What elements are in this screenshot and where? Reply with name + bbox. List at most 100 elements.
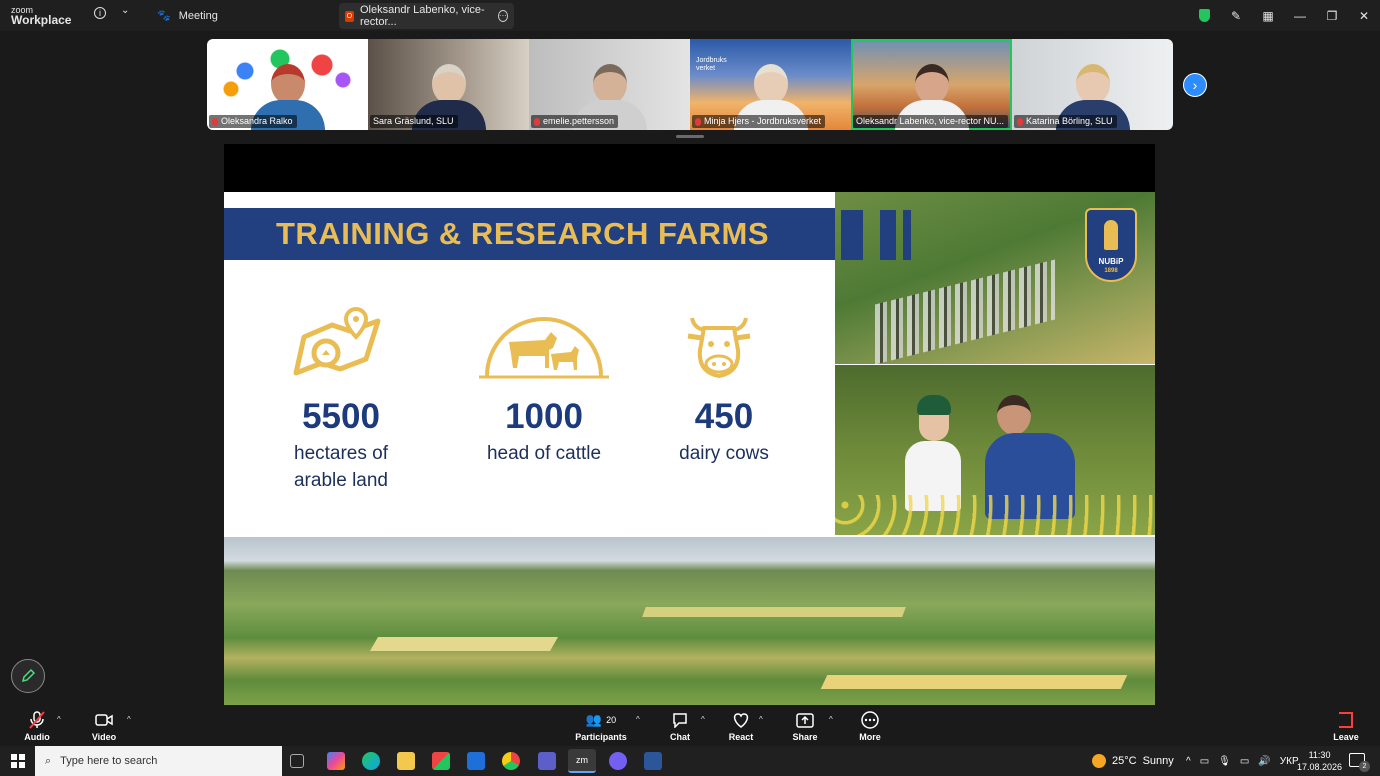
slide-title: TRAINING & RESEARCH FARMS xyxy=(276,216,770,251)
tray-overflow-icon[interactable]: ^ xyxy=(1186,756,1191,767)
chat-icon xyxy=(652,709,708,731)
stat-arable-land: 5500 hectares of arable land xyxy=(276,397,406,494)
restore-button[interactable]: ❐ xyxy=(1316,0,1348,31)
participants-count: 20 xyxy=(606,715,617,725)
leave-label: Leave xyxy=(1333,732,1359,742)
video-options-caret[interactable]: ^ xyxy=(127,715,131,724)
share-screen-icon xyxy=(777,709,833,731)
chevron-down-icon[interactable]: ⌄ xyxy=(121,5,129,16)
participant-name: Katarina Börling, SLU xyxy=(1026,116,1113,126)
speaker-tab[interactable]: O Oleksandr Labenko, vice-rector... ··· xyxy=(339,3,514,29)
photo-field-crowd: NUBiP 1898 xyxy=(835,192,1155,365)
chat-options-caret[interactable]: ^ xyxy=(701,715,705,724)
annotate-pen-icon[interactable]: ✎ xyxy=(1220,0,1252,31)
participants-icon: 👥 xyxy=(585,712,603,727)
mic-muted-icon xyxy=(695,117,701,126)
stat-cattle: 1000 head of cattle xyxy=(464,397,624,467)
nubip-emblem: NUBiP 1898 xyxy=(1085,208,1137,282)
word-icon[interactable] xyxy=(644,752,662,770)
pencil-icon xyxy=(21,668,36,683)
participant-name: Sara Gräslund, SLU xyxy=(373,116,454,126)
participants-button[interactable]: 👥 20 Participants xyxy=(572,705,630,742)
photo-landscape-fields xyxy=(224,537,1155,705)
cow-head-icon xyxy=(687,317,751,379)
zoom-taskbar-icon[interactable]: zm xyxy=(568,749,596,773)
decorative-stripes xyxy=(841,210,911,260)
clock-date: 17.08.2026 xyxy=(1297,762,1343,772)
outlook-icon[interactable] xyxy=(467,752,485,770)
stat-label: dairy cows xyxy=(679,443,769,464)
share-button[interactable]: Share xyxy=(777,705,833,742)
windows-taskbar: ⌕ Type here to search zm 25°C Sunny ^ ▭ … xyxy=(0,746,1380,776)
react-label: React xyxy=(728,732,754,742)
participant-name: Oleksandra Ralko xyxy=(221,116,293,126)
clock-time: 11:30 xyxy=(1308,750,1331,760)
audio-options-caret[interactable]: ^ xyxy=(57,715,61,724)
participant-tile-active[interactable]: Oleksandr Labenko, vice-rector NU... xyxy=(851,39,1012,130)
participant-name: Minja Hjers - Jordbruksverket xyxy=(704,116,822,126)
participant-tile[interactable]: Jordbruks verket Minja Hjers - Jordbruks… xyxy=(690,39,851,130)
file-explorer-icon[interactable] xyxy=(397,752,415,770)
gallery-next-button[interactable]: › xyxy=(1183,73,1207,97)
more-button[interactable]: More xyxy=(842,705,898,742)
leave-door-icon xyxy=(1318,709,1374,731)
encryption-shield-icon[interactable] xyxy=(1188,0,1220,31)
microphone-tray-icon[interactable]: 🎙 xyxy=(1218,756,1231,767)
react-options-caret[interactable]: ^ xyxy=(759,715,763,724)
info-icon[interactable]: i xyxy=(94,7,106,19)
volume-icon[interactable]: 🔊 xyxy=(1258,756,1270,767)
mic-muted-icon xyxy=(1017,117,1023,126)
land-map-icon xyxy=(293,307,381,376)
teams-icon[interactable] xyxy=(538,752,556,770)
windows-start-icon[interactable] xyxy=(11,754,25,768)
close-button[interactable]: ✕ xyxy=(1348,0,1380,31)
participant-name: emelie.pettersson xyxy=(543,116,615,126)
more-options-icon[interactable]: ··· xyxy=(497,10,508,22)
participant-tile[interactable]: Katarina Börling, SLU xyxy=(1012,39,1173,130)
stat-label: head of cattle xyxy=(486,443,602,464)
taskbar-clock[interactable]: 11:30 17.08.2026 xyxy=(1297,749,1342,773)
weather-widget[interactable]: 25°C Sunny xyxy=(1092,746,1174,776)
window-controls: ✎ ▦ — ❐ ✕ xyxy=(1188,0,1380,31)
presentation-slide: TRAINING & RESEARCH FARMS 5500 hectares … xyxy=(224,192,1155,705)
view-layout-icon[interactable]: ▦ xyxy=(1252,0,1284,31)
stat-label: hectares of arable land xyxy=(293,443,389,491)
participants-options-caret[interactable]: ^ xyxy=(636,715,640,724)
video-button[interactable]: Video xyxy=(76,705,132,742)
meeting-toolbar: Audio ^ Video ^ 👥 20 Participants ^ Chat … xyxy=(0,705,1380,746)
jordbruksverket-logo: Jordbruks verket xyxy=(696,57,727,72)
search-icon: ⌕ xyxy=(45,754,52,767)
stat-value: 450 xyxy=(694,397,754,436)
gallery-resize-handle[interactable] xyxy=(676,135,704,138)
chrome-icon[interactable] xyxy=(502,752,520,770)
search-placeholder: Type here to search xyxy=(60,755,158,767)
notification-center-icon[interactable]: 2 xyxy=(1349,753,1370,772)
participant-name: Oleksandr Labenko, vice-rector NU... xyxy=(856,116,1005,126)
edge-browser-icon[interactable] xyxy=(362,752,380,770)
copilot-icon[interactable] xyxy=(327,752,345,770)
more-dots-icon xyxy=(842,709,898,731)
title-bar: zoom Workplace i ⌄ 🐾 Meeting O Oleksandr… xyxy=(0,0,1380,31)
meeting-label: Meeting xyxy=(178,9,218,22)
system-tray: ^ ▭ 🎙 ▭ 🔊 УКР xyxy=(1186,746,1299,776)
minimize-button[interactable]: — xyxy=(1284,0,1316,31)
speaker-tab-title: Oleksandr Labenko, vice-rector... xyxy=(359,4,485,28)
chat-label: Chat xyxy=(670,732,690,742)
participant-tile[interactable]: Sara Gräslund, SLU xyxy=(368,39,529,130)
photo-students-plants xyxy=(835,365,1155,535)
chat-button[interactable]: Chat xyxy=(652,705,708,742)
task-view-icon[interactable] xyxy=(290,754,304,768)
meet-now-icon[interactable]: ▭ xyxy=(1200,756,1209,767)
annotation-pen-button[interactable] xyxy=(11,659,45,693)
viber-icon[interactable] xyxy=(609,752,627,770)
leave-button[interactable]: Leave xyxy=(1318,705,1374,742)
battery-icon[interactable]: ▭ xyxy=(1240,756,1249,767)
share-options-caret[interactable]: ^ xyxy=(829,715,833,724)
language-indicator[interactable]: УКР xyxy=(1280,756,1299,767)
taskbar-search-box[interactable]: ⌕ Type here to search xyxy=(35,746,282,776)
mic-muted-icon xyxy=(534,117,540,126)
participant-tile[interactable]: Oleksandra Ralko xyxy=(207,39,368,130)
microsoft-store-icon[interactable] xyxy=(432,752,450,770)
participant-tile[interactable]: emelie.pettersson xyxy=(529,39,690,130)
meeting-tab[interactable]: 🐾 Meeting xyxy=(157,9,218,23)
